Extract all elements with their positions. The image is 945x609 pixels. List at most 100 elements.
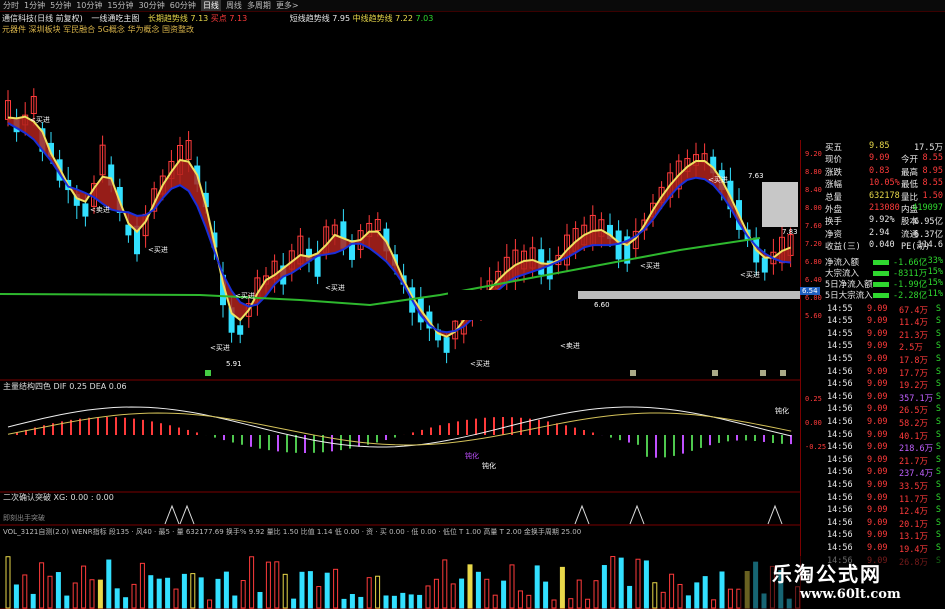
signal-peak: [164, 504, 180, 525]
volume-bar: [64, 595, 70, 609]
volume-bar: [181, 573, 187, 609]
period-tab[interactable]: 30分钟: [139, 0, 165, 11]
volume-bar: [400, 592, 406, 609]
volume-bar: [13, 584, 19, 609]
volume-bar: [341, 598, 347, 609]
volume-bar: [652, 582, 658, 609]
volume-bar: [291, 598, 297, 609]
volume-bar: [333, 568, 339, 609]
candle-body: [443, 337, 450, 353]
trade-row: 14:55 9.09 11.4万 S: [827, 316, 941, 329]
volume-bar: [408, 594, 414, 609]
trade-row: 14:56 9.09 40.1万 S: [827, 429, 941, 442]
macd-title: 主量结构四色 DIF 0.25 DEA 0.06: [3, 381, 127, 391]
trade-row: 14:56 9.09 20.1万 S: [827, 517, 941, 530]
support-band: [578, 291, 800, 299]
volume-bar: [601, 565, 607, 609]
volume-bar: [30, 593, 36, 609]
period-tab[interactable]: 日线: [200, 0, 221, 11]
trade-row: 14:55 9.09 17.8万 S: [827, 354, 941, 366]
volume-bar: [467, 564, 473, 609]
kline-chart[interactable]: 7.63 7.83 6.60 5.91 <买进 <卖进 <买进 <买进 <买进 <买进 <买进 <卖进…: [0, 12, 800, 609]
volume-bar: [534, 565, 540, 609]
buy-annotation: <卖进: [560, 342, 580, 350]
trade-row: 14:56 9.09 33.5万 S: [827, 480, 941, 492]
volume-bar: [610, 556, 616, 609]
price-axis-tick: 6.00: [805, 294, 822, 302]
volume-bar: [131, 583, 137, 609]
quote-row: 涨跌 0.83 最高 8.95: [825, 165, 943, 178]
period-tab[interactable]: 更多>: [276, 0, 299, 11]
flow-row: 5日大宗流入 -2.28亿 -11%: [825, 288, 943, 301]
volume-bar: [425, 585, 431, 609]
volume-bar: [72, 582, 78, 609]
trade-row: 14:56 9.09 58.2万 S: [827, 417, 941, 429]
buy-annotation: <买进: [235, 292, 255, 300]
watermark-title: 乐淘公式网: [772, 562, 882, 586]
volume-bar: [274, 561, 280, 609]
volume-bar: [685, 595, 691, 609]
quote-row: 现价 9.09 今开 8.55: [825, 153, 943, 166]
volume-bar: [526, 594, 532, 609]
volume-bar: [517, 590, 523, 609]
volume-bar: [148, 575, 154, 609]
signal-marker: [760, 370, 766, 376]
trade-row: 14:56 9.09 21.7万 S: [827, 454, 941, 467]
volume-bar: [442, 559, 448, 609]
buy-annotation: <卖进: [90, 206, 110, 214]
volume-bar: [165, 577, 171, 609]
volume-bar: [123, 597, 129, 609]
volume-bar: [568, 598, 574, 609]
volume-bar: [719, 571, 725, 609]
quote-row: 外盘 213080 内盘 419097: [825, 203, 943, 215]
box-label: 7.83: [782, 228, 798, 236]
volume-bar: [215, 578, 221, 609]
trend-band: [8, 116, 791, 337]
quote-row: 买五 9.85 17.5万: [825, 141, 943, 153]
volume-bar: [475, 571, 481, 609]
period-tab[interactable]: 1分钟: [24, 0, 45, 11]
macd-axis-tick: -0.25: [805, 443, 827, 451]
price-axis-tick: 8.40: [805, 186, 822, 194]
period-tab[interactable]: 5分钟: [50, 0, 71, 11]
price-axis-tick: 6.40: [805, 276, 822, 284]
quote-row: 涨幅 10.05% 最低 8.55: [825, 178, 943, 191]
trade-row: 14:56 9.09 12.4万 S: [827, 505, 941, 518]
volume-bar: [249, 556, 255, 609]
period-tab[interactable]: 60分钟: [170, 0, 196, 11]
volume-bar: [81, 565, 87, 609]
volume-bar: [324, 572, 330, 609]
volume-bar: [240, 580, 246, 609]
candle-body: [125, 224, 132, 236]
price-axis-tick: 8.00: [805, 204, 822, 212]
trade-row: 14:56 9.09 19.2万 S: [827, 379, 941, 392]
macd-label: 钝化: [465, 451, 479, 460]
candle-body: [82, 203, 89, 217]
sub3-title: 二次确认突破 XG: 0.00 : 0.00: [3, 492, 114, 502]
volume-bar: [198, 577, 204, 609]
volume-bar: [139, 562, 145, 609]
signal-marker: [712, 370, 718, 376]
volume-bar: [551, 599, 557, 609]
low-label: 5.91: [226, 360, 242, 368]
volume-bar: [585, 598, 591, 609]
volume-bar: [450, 583, 456, 609]
period-tab[interactable]: 分时: [3, 0, 19, 11]
macd-label: 钝化: [482, 461, 496, 470]
volume-bar: [55, 572, 61, 609]
buy-annotation: <买进: [210, 344, 230, 352]
candles: [5, 88, 794, 364]
sub3-label: 即刻出手突破: [3, 513, 45, 522]
period-tab[interactable]: 多周期: [247, 0, 271, 11]
volume-bar: [316, 586, 322, 609]
period-tab[interactable]: 周线: [226, 0, 242, 11]
period-tab[interactable]: 15分钟: [107, 0, 133, 11]
period-tab[interactable]: 10分钟: [76, 0, 102, 11]
volume-bar: [501, 580, 507, 609]
volume-bar: [257, 591, 263, 609]
signal-peak: [767, 504, 783, 525]
volume-bar: [593, 580, 599, 609]
trade-row: 14:56 9.09 357.1万 S: [827, 391, 941, 404]
candle-body: [761, 257, 768, 273]
trade-row: 14:56 9.09 237.4万 S: [827, 467, 941, 480]
